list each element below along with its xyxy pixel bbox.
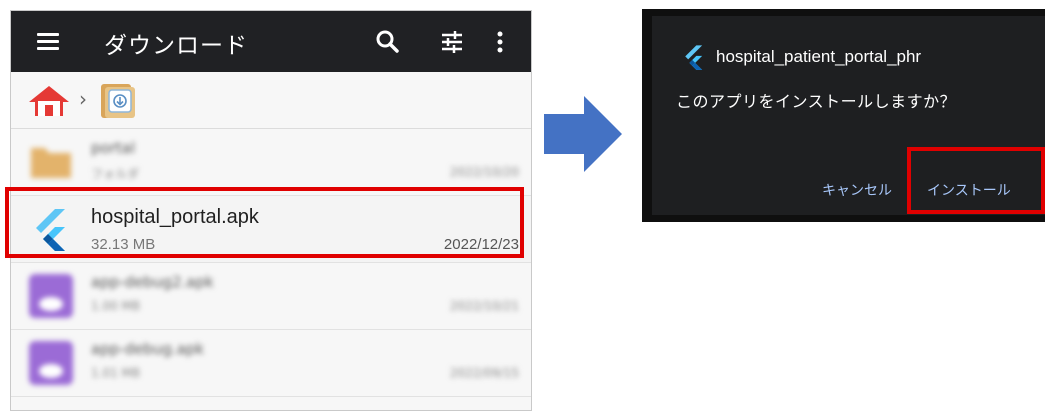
highlight-box-apk [5, 187, 524, 258]
file-date: 2022/09/15 [449, 366, 519, 380]
file-sub: 1.00 MB [91, 299, 141, 313]
app-name: hospital_patient_portal_phr [716, 47, 922, 66]
file-name: app-debug2.apk [91, 273, 214, 291]
tune-icon[interactable] [439, 29, 465, 55]
file-name: app-debug.apk [91, 340, 205, 358]
install-question: このアプリをインストールしますか？ [676, 92, 957, 111]
list-item[interactable]: portal フォルダ 2022/10/20 [11, 129, 531, 196]
page-title: ダウンロード [104, 33, 248, 59]
file-sub: 1.01 MB [91, 366, 141, 380]
folder-icon [31, 148, 71, 178]
file-sub: フォルダ [91, 167, 140, 181]
more-vert-icon[interactable] [493, 29, 507, 55]
highlight-box-install [907, 147, 1045, 214]
menu-icon[interactable] [37, 33, 59, 51]
list-item[interactable]: app-debug.apk 1.01 MB 2022/09/15 [11, 330, 531, 397]
file-name: portal [91, 139, 136, 157]
app-icon [29, 274, 73, 318]
home-icon[interactable] [27, 84, 71, 118]
flutter-icon [685, 45, 703, 70]
app-bar: ダウンロード [11, 11, 531, 72]
breadcrumb: › [11, 72, 531, 129]
download-folder-icon[interactable] [97, 82, 141, 120]
right-arrow-icon [544, 96, 622, 172]
chevron-right-icon: › [79, 87, 87, 111]
file-date: 2022/10/21 [449, 299, 519, 313]
app-icon [29, 341, 73, 385]
search-icon[interactable] [375, 29, 401, 55]
list-item[interactable]: app-debug2.apk 1.00 MB 2022/10/21 [11, 263, 531, 330]
cancel-button[interactable]: キャンセル [822, 180, 892, 200]
file-date: 2022/10/20 [449, 165, 519, 179]
